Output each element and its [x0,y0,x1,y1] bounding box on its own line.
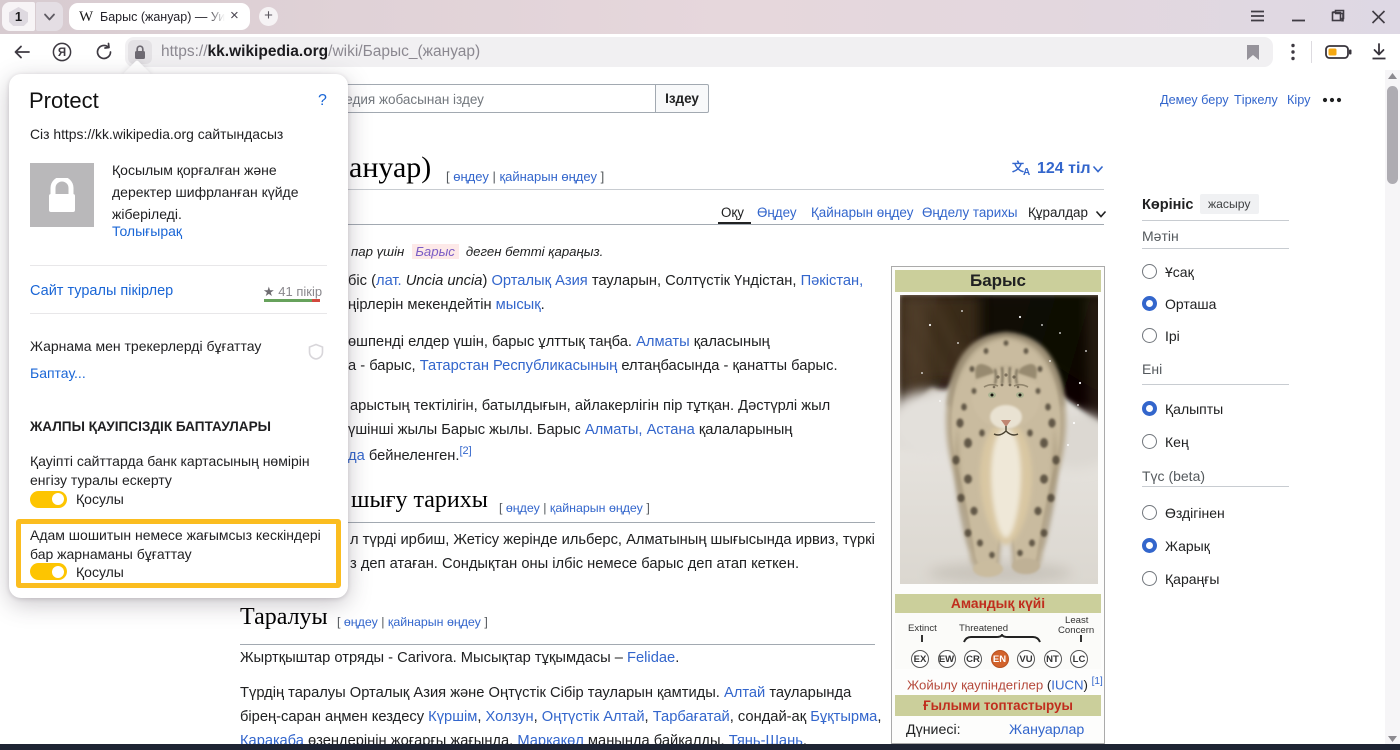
svg-text:Я: Я [58,47,66,59]
svg-text:A: A [1023,167,1030,177]
